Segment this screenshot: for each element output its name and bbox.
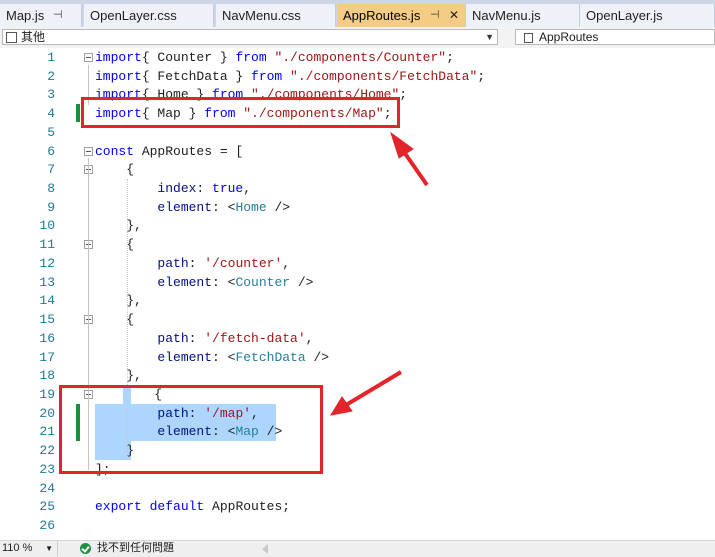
member-label: AppRoutes [539, 30, 599, 44]
document-icon [524, 33, 533, 43]
zoom-dropdown[interactable]: 110 % ▼ [0, 541, 58, 556]
navigation-bar: 其他 ▼ AppRoutes [0, 27, 715, 49]
document-tab-bar: Map.js ⊣ OpenLayer.css NavMenu.css AppRo… [0, 0, 715, 27]
annotation-arrows [329, 131, 429, 416]
scroll-left-icon[interactable] [262, 544, 268, 554]
pin-icon[interactable]: ⊣ [53, 4, 63, 27]
code-editor[interactable]: 1 import{ Counter } from "./components/Co… [0, 48, 715, 540]
issues-status[interactable]: 找不到任何問題 [97, 541, 174, 556]
tab-navmenu-css[interactable]: NavMenu.css [216, 4, 336, 27]
tab-openlayer-js[interactable]: OpenLayer.js [580, 4, 715, 27]
file-icon [6, 32, 17, 43]
tab-label: Map.js [6, 8, 45, 23]
arrow-icon [329, 370, 403, 416]
status-bar: 110 % ▼ 找不到任何問題 [0, 540, 715, 557]
zoom-level: 110 % [2, 542, 33, 554]
tab-openlayer-css[interactable]: OpenLayer.css [84, 4, 214, 27]
tab-label: NavMenu.js [472, 8, 541, 23]
tab-label: NavMenu.css [222, 8, 301, 23]
member-dropdown[interactable]: AppRoutes [515, 29, 715, 45]
tab-label: OpenLayer.js [586, 8, 663, 23]
close-icon[interactable]: ✕ [449, 4, 459, 27]
chevron-down-icon[interactable]: ▼ [485, 30, 494, 45]
tab-approutes-js[interactable]: AppRoutes.js ⊣ ✕ [337, 4, 466, 27]
tab-navmenu-js[interactable]: NavMenu.js [466, 4, 580, 27]
project-label: 其他 [21, 30, 46, 44]
arrow-icon [390, 131, 429, 187]
check-circle-icon [80, 543, 91, 554]
chevron-down-icon[interactable]: ▼ [45, 541, 53, 556]
tab-label: AppRoutes.js [343, 8, 421, 23]
project-dropdown[interactable]: 其他 ▼ [2, 29, 498, 45]
pin-icon[interactable]: ⊣ [430, 4, 440, 27]
tab-map-js[interactable]: Map.js ⊣ [0, 4, 82, 27]
tab-label: OpenLayer.css [90, 8, 177, 23]
